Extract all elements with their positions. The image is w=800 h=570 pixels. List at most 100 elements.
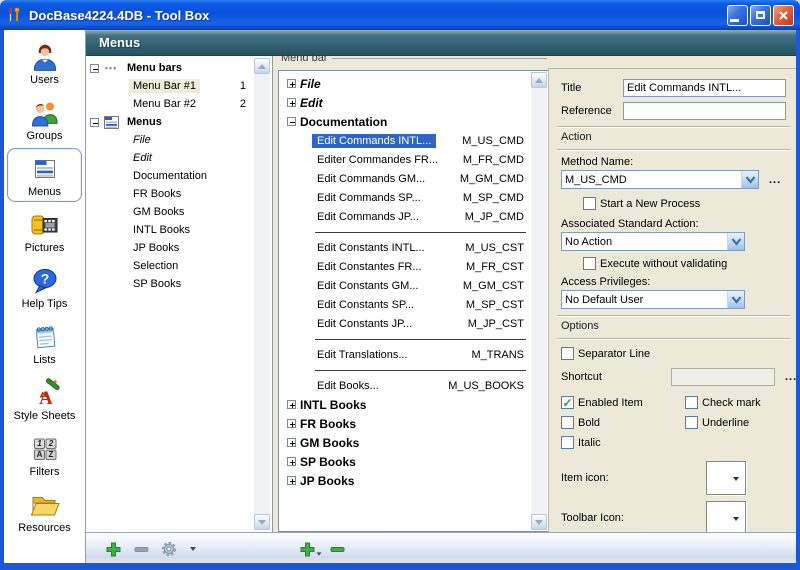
tree-item-row-file[interactable]: File (86, 131, 272, 149)
expander-minus-icon[interactable] (90, 118, 99, 127)
scroll-down-button[interactable] (531, 514, 547, 530)
sidebar-item-menus[interactable]: Menus (7, 148, 82, 202)
maximize-button[interactable] (750, 5, 771, 26)
method-name-select[interactable]: M_US_CMD (561, 170, 759, 189)
close-button[interactable] (773, 5, 794, 26)
options-section-label: Options (561, 320, 786, 332)
menu-item-row-editer-commandes-fr[interactable]: Editer Commandes FR...M_FR_CMD (279, 150, 548, 169)
menu-item-method-code: M_FR_CST (466, 261, 524, 273)
menu-item-row-edit-constants-jp[interactable]: Edit Constants JP...M_JP_CST (279, 314, 548, 333)
menu-bar-group-label: Menu bar (281, 52, 547, 64)
check-mark-checkbox[interactable] (685, 396, 698, 409)
scroll-down-button[interactable] (254, 514, 270, 530)
title-input[interactable] (623, 79, 786, 97)
menu-group-row-edit[interactable]: Edit (279, 93, 548, 112)
method-browse-button[interactable]: ... (769, 174, 781, 186)
sidebar-item-help-tips[interactable]: ?Help Tips (7, 260, 82, 314)
menu-group-label: Edit (300, 96, 323, 110)
scroll-track[interactable] (531, 88, 547, 514)
sidebar-item-filters[interactable]: 12AZFilters (7, 428, 82, 482)
remove-menu-bar-button[interactable] (132, 540, 150, 558)
add-menu-item-button[interactable] (298, 540, 316, 558)
menu-item-row-edit-commands-sp[interactable]: Edit Commands SP...M_SP_CMD (279, 188, 548, 207)
expander-plus-icon[interactable] (287, 438, 296, 447)
sidebar-item-style-sheets[interactable]: AStyle Sheets (7, 372, 82, 426)
menu-group-row-file[interactable]: File (279, 74, 548, 93)
menu-item-row-edit-commands-intl[interactable]: Edit Commands INTL...M_US_CMD (279, 131, 548, 150)
tree-item-row-jp-books[interactable]: JP Books (86, 239, 272, 257)
underline-checkbox[interactable] (685, 416, 698, 429)
execute-without-validating-checkbox[interactable] (583, 257, 596, 270)
menu-separator (279, 226, 548, 238)
menu-group-row-intl-books[interactable]: INTL Books (279, 395, 548, 414)
reference-input[interactable] (623, 102, 786, 120)
start-new-process-checkbox[interactable] (583, 197, 596, 210)
chevron-down-icon[interactable] (727, 291, 744, 308)
menu-window-icon (103, 116, 119, 129)
expander-minus-icon[interactable] (287, 117, 296, 126)
tree-group-row-menu-bars[interactable]: •••Menu bars (86, 59, 272, 77)
menu-item-row-edit-translations[interactable]: Edit Translations...M_TRANS (279, 345, 548, 364)
menu-bar-tree-scrollbar[interactable] (531, 72, 547, 530)
tree-group-row-menus[interactable]: Menus (86, 113, 272, 131)
chevron-down-icon[interactable] (741, 171, 758, 188)
menu-group-row-gm-books[interactable]: GM Books (279, 433, 548, 452)
left-tree-scrollbar[interactable] (254, 58, 270, 530)
menu-group-row-documentation[interactable]: Documentation (279, 112, 548, 131)
expander-plus-icon[interactable] (287, 98, 296, 107)
tree-item-row-documentation[interactable]: Documentation (86, 167, 272, 185)
tree-item-row-sp-books[interactable]: SP Books (86, 275, 272, 293)
bold-checkbox[interactable] (561, 416, 574, 429)
remove-menu-item-button[interactable] (328, 540, 346, 558)
minimize-button[interactable] (727, 5, 748, 26)
shortcut-input[interactable] (671, 368, 775, 386)
scroll-up-button[interactable] (531, 72, 547, 88)
item-icon-dropdown[interactable] (706, 461, 746, 495)
menu-item-row-edit-books[interactable]: Edit Books...M_US_BOOKS (279, 376, 548, 395)
sidebar-item-label: Users (30, 74, 59, 86)
scroll-track[interactable] (254, 74, 270, 514)
expander-plus-icon[interactable] (287, 419, 296, 428)
access-privileges-select[interactable]: No Default User (561, 290, 745, 309)
associated-action-select[interactable]: No Action (561, 232, 745, 251)
window-body: UsersGroupsMenusPictures?Help TipsListsA… (4, 30, 796, 563)
add-menu-bar-button[interactable] (104, 540, 122, 558)
title-bar[interactable]: DocBase4224.4DB - Tool Box (0, 0, 800, 30)
menu-item-row-edit-constants-intl[interactable]: Edit Constants INTL...M_US_CST (279, 238, 548, 257)
menu-item-row-edit-constants-gm[interactable]: Edit Constants GM...M_GM_CST (279, 276, 548, 295)
sidebar-item-resources[interactable]: Resources (7, 484, 82, 538)
menu-item-row-edit-constants-sp[interactable]: Edit Constants SP...M_SP_CST (279, 295, 548, 314)
expander-plus-icon[interactable] (287, 457, 296, 466)
menu-item-row-edit-commands-jp[interactable]: Edit Commands JP...M_JP_CMD (279, 207, 548, 226)
expander-minus-icon[interactable] (90, 64, 99, 73)
tree-item-row-menu-bar-1[interactable]: Menu Bar #11 (86, 77, 272, 95)
separator-line-checkbox[interactable] (561, 347, 574, 360)
toolbar-icon-dropdown[interactable] (706, 501, 746, 535)
enabled-item-checkbox[interactable] (561, 396, 574, 409)
sidebar-item-lists[interactable]: Lists (7, 316, 82, 370)
sidebar-item-pictures[interactable]: Pictures (7, 204, 82, 258)
menu-group-row-jp-books[interactable]: JP Books (279, 471, 548, 490)
menu-item-row-edit-constantes-fr[interactable]: Edit Constantes FR...M_FR_CST (279, 257, 548, 276)
tree-item-row-selection[interactable]: Selection (86, 257, 272, 275)
tree-item-row-fr-books[interactable]: FR Books (86, 185, 272, 203)
start-new-process-label: Start a New Process (600, 198, 700, 210)
menu-group-row-fr-books[interactable]: FR Books (279, 414, 548, 433)
tree-item-row-menu-bar-2[interactable]: Menu Bar #22 (86, 95, 272, 113)
shortcut-browse-button[interactable]: ... (785, 371, 796, 383)
chevron-down-icon[interactable] (727, 233, 744, 250)
expander-plus-icon[interactable] (287, 476, 296, 485)
expander-plus-icon[interactable] (287, 79, 296, 88)
menu-group-row-sp-books[interactable]: SP Books (279, 452, 548, 471)
menu-item-row-edit-commands-gm[interactable]: Edit Commands GM...M_GM_CMD (279, 169, 548, 188)
actions-menu-button[interactable] (160, 540, 178, 558)
tree-item-row-gm-books[interactable]: GM Books (86, 203, 272, 221)
tree-item-row-edit[interactable]: Edit (86, 149, 272, 167)
tree-item-row-intl-books[interactable]: INTL Books (86, 221, 272, 239)
scroll-up-button[interactable] (254, 58, 270, 74)
actions-caret-button[interactable] (184, 540, 202, 558)
sidebar-item-groups[interactable]: Groups (7, 92, 82, 146)
sidebar-item-users[interactable]: Users (7, 36, 82, 90)
expander-plus-icon[interactable] (287, 400, 296, 409)
italic-checkbox[interactable] (561, 436, 574, 449)
